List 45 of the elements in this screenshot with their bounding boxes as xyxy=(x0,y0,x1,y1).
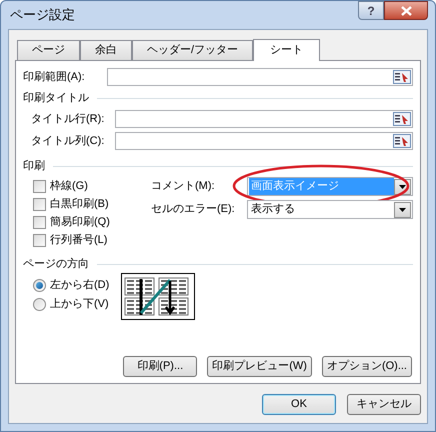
range-field[interactable] xyxy=(115,132,413,150)
checkbox-label: 白黒印刷(B) xyxy=(50,196,109,212)
tab[interactable]: シート xyxy=(253,39,320,61)
checkbox-label: 行列番号(L) xyxy=(50,232,108,248)
collapse-dialog-icon[interactable] xyxy=(393,70,411,84)
radio-label: 上から下(V) xyxy=(50,297,109,312)
caret-icon xyxy=(399,184,406,188)
tab[interactable]: 余白 xyxy=(80,40,132,60)
dialog-button[interactable]: 印刷プレビュー(W) xyxy=(207,356,312,377)
caret-icon xyxy=(399,208,406,212)
radio-button[interactable] xyxy=(33,279,46,292)
close-icon xyxy=(400,6,412,16)
group-heading: 印刷 xyxy=(23,158,45,174)
dropdown-button[interactable] xyxy=(394,202,411,218)
radio-button[interactable] xyxy=(33,298,46,311)
group-heading: ページの方向 xyxy=(23,256,89,272)
checkbox-label: 枠線(G) xyxy=(50,178,88,194)
select-field[interactable]: 表示する xyxy=(247,200,413,219)
tab[interactable]: ヘッダー/フッター xyxy=(132,40,254,60)
group-heading: 印刷タイトル xyxy=(23,90,89,106)
dialog-button[interactable]: 印刷(P)... xyxy=(123,356,198,377)
radio-label: 左から右(D) xyxy=(50,278,110,294)
field-label: 印刷範囲(A): xyxy=(23,70,86,85)
field-label: タイトル列(C): xyxy=(31,134,106,149)
range-field[interactable] xyxy=(115,110,413,128)
collapse-dialog-icon[interactable] xyxy=(393,134,411,148)
field-label: タイトル行(R): xyxy=(31,112,106,127)
dialog-button[interactable]: OK xyxy=(262,394,336,415)
checkbox[interactable] xyxy=(33,234,46,246)
dialog-button[interactable]: オプション(O)... xyxy=(322,356,412,377)
checkbox[interactable] xyxy=(33,216,46,228)
checkbox[interactable] xyxy=(33,198,46,210)
select-value: 画面表示イメージ xyxy=(249,178,394,195)
checkbox-label: 簡易印刷(Q) xyxy=(50,214,110,230)
dialog-button[interactable]: キャンセル xyxy=(347,394,421,415)
select-label: セルのエラー(E): xyxy=(151,202,236,218)
collapse-dialog-icon[interactable] xyxy=(393,112,411,126)
window-title: ページ設定 xyxy=(9,6,75,24)
help-button[interactable]: ? xyxy=(358,1,384,20)
select-value: 表示する xyxy=(250,202,296,218)
tab[interactable]: ページ xyxy=(17,40,80,60)
close-button[interactable] xyxy=(384,1,428,20)
checkbox[interactable] xyxy=(33,180,46,192)
range-field[interactable] xyxy=(107,68,413,86)
select-label: コメント(M): xyxy=(151,179,216,194)
